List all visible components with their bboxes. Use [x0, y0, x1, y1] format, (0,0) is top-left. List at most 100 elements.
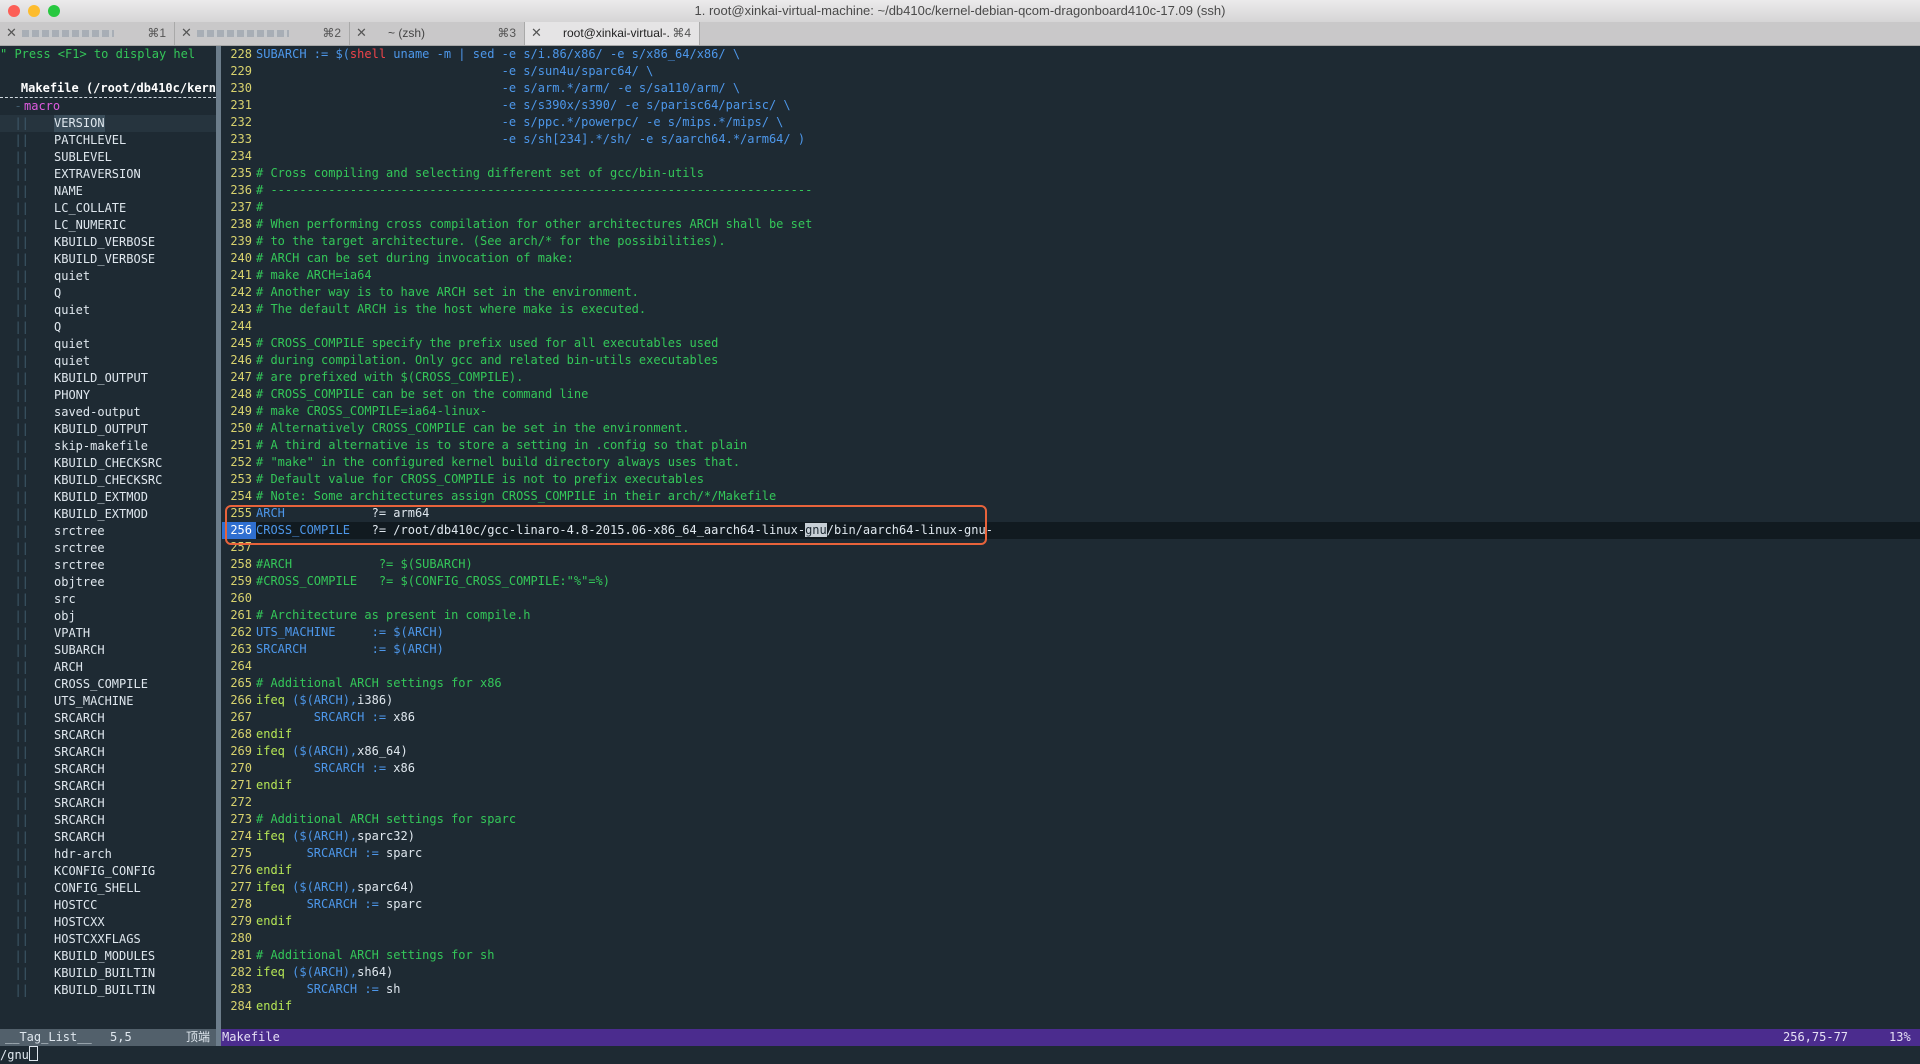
vertical-split-separator[interactable] — [216, 46, 221, 1029]
taglist-item[interactable]: || LC_COLLATE — [0, 200, 216, 217]
code-line[interactable]: 270 SRCARCH := x86 — [222, 760, 1920, 777]
code-line[interactable]: 275 SRCARCH := sparc — [222, 845, 1920, 862]
code-line[interactable]: 279 endif — [222, 913, 1920, 930]
taglist-item[interactable]: || quiet — [0, 353, 216, 370]
taglist-item[interactable]: || srctree — [0, 540, 216, 557]
code-line[interactable]: 231 -e s/s390x/s390/ -e s/parisc64/paris… — [222, 97, 1920, 114]
taglist-file-header[interactable]: Makefile (/root/db410c/kern — [0, 80, 216, 98]
taglist-item[interactable]: || EXTRAVERSION — [0, 166, 216, 183]
window-titlebar[interactable]: 1. root@xinkai-virtual-machine: ~/db410c… — [0, 0, 1920, 23]
code-line[interactable]: 284 endif — [222, 998, 1920, 1015]
code-line[interactable]: 261 # Architecture as present in compile.… — [222, 607, 1920, 624]
code-line[interactable]: 276 endif — [222, 862, 1920, 879]
taglist-item[interactable]: || HOSTCXX — [0, 914, 216, 931]
taglist-item[interactable]: || SRCARCH — [0, 829, 216, 846]
code-line[interactable]: 268 endif — [222, 726, 1920, 743]
code-line[interactable]: 271 endif — [222, 777, 1920, 794]
code-line[interactable]: 242 # Another way is to have ARCH set in … — [222, 284, 1920, 301]
tab-4[interactable]: ✕ root@xinkai-virtual-... ⌘4 — [525, 22, 700, 45]
taglist-pane[interactable]: " Press <F1> to display hel Makefile (/r… — [0, 46, 216, 1029]
taglist-item[interactable]: || KBUILD_VERBOSE — [0, 251, 216, 268]
code-line[interactable]: 254 # Note: Some architectures assign CRO… — [222, 488, 1920, 505]
taglist-item[interactable]: || VERSION — [0, 115, 216, 132]
code-line[interactable]: 237 # — [222, 199, 1920, 216]
taglist-item[interactable]: || SRCARCH — [0, 778, 216, 795]
taglist-item[interactable]: || quiet — [0, 268, 216, 285]
taglist-item[interactable]: || KBUILD_VERBOSE — [0, 234, 216, 251]
code-line[interactable]: 280 — [222, 930, 1920, 947]
command-line[interactable]: /gnu — [0, 1046, 1920, 1063]
code-line[interactable]: 239 # to the target architecture. (See ar… — [222, 233, 1920, 250]
code-line[interactable]: 230 -e s/arm.*/arm/ -e s/sa110/arm/ \ — [222, 80, 1920, 97]
taglist-item[interactable]: || SRCARCH — [0, 744, 216, 761]
code-line[interactable]: 228 SUBARCH := $(shell uname -m | sed -e … — [222, 46, 1920, 63]
code-line[interactable]: 274 ifeq ($(ARCH),sparc32) — [222, 828, 1920, 845]
taglist-item[interactable]: || SUBLEVEL — [0, 149, 216, 166]
code-line[interactable]: 281 # Additional ARCH settings for sh — [222, 947, 1920, 964]
taglist-item[interactable]: || quiet — [0, 302, 216, 319]
code-line[interactable]: 260 — [222, 590, 1920, 607]
code-line[interactable]: 258 #ARCH ?= $(SUBARCH) — [222, 556, 1920, 573]
code-line[interactable]: 277 ifeq ($(ARCH),sparc64) — [222, 879, 1920, 896]
code-line[interactable]: 245 # CROSS_COMPILE specify the prefix us… — [222, 335, 1920, 352]
taglist-item[interactable]: || KBUILD_CHECKSRC — [0, 472, 216, 489]
taglist-item[interactable]: || KBUILD_BUILTIN — [0, 982, 216, 999]
close-tab-icon[interactable]: ✕ — [356, 25, 367, 41]
code-line[interactable]: 272 — [222, 794, 1920, 811]
code-line[interactable]: 267 SRCARCH := x86 — [222, 709, 1920, 726]
tab-2[interactable]: ✕ ⌘2 — [175, 22, 350, 45]
taglist-item[interactable]: || obj — [0, 608, 216, 625]
taglist-item[interactable]: || SRCARCH — [0, 710, 216, 727]
taglist-item[interactable]: || ARCH — [0, 659, 216, 676]
code-line[interactable]: 269 ifeq ($(ARCH),x86_64) — [222, 743, 1920, 760]
taglist-item[interactable]: || SUBARCH — [0, 642, 216, 659]
taglist-item[interactable]: || SRCARCH — [0, 761, 216, 778]
code-line[interactable]: 259 #CROSS_COMPILE ?= $(CONFIG_CROSS_COMP… — [222, 573, 1920, 590]
code-line[interactable]: 240 # ARCH can be set during invocation o… — [222, 250, 1920, 267]
code-line[interactable]: 283 SRCARCH := sh — [222, 981, 1920, 998]
taglist-item[interactable]: || objtree — [0, 574, 216, 591]
code-line[interactable]: 246 # during compilation. Only gcc and re… — [222, 352, 1920, 369]
code-line[interactable]: 282 ifeq ($(ARCH),sh64) — [222, 964, 1920, 981]
taglist-item[interactable]: || saved-output — [0, 404, 216, 421]
taglist-item[interactable]: || KBUILD_MODULES — [0, 948, 216, 965]
code-line[interactable]: 238 # When performing cross compilation f… — [222, 216, 1920, 233]
tab-3[interactable]: ✕ ~ (zsh) ⌘3 — [350, 22, 525, 45]
code-line[interactable]: 235 # Cross compiling and selecting diffe… — [222, 165, 1920, 182]
close-tab-icon[interactable]: ✕ — [6, 25, 17, 41]
taglist-item[interactable]: || HOSTCXXFLAGS — [0, 931, 216, 948]
taglist-item[interactable]: || quiet — [0, 336, 216, 353]
code-line[interactable]: 232 -e s/ppc.*/powerpc/ -e s/mips.*/mips… — [222, 114, 1920, 131]
code-line[interactable]: 234 — [222, 148, 1920, 165]
taglist-item[interactable]: || SRCARCH — [0, 795, 216, 812]
taglist-item[interactable]: || srctree — [0, 557, 216, 574]
taglist-item[interactable]: || KCONFIG_CONFIG — [0, 863, 216, 880]
code-line[interactable]: 249 # make CROSS_COMPILE=ia64-linux- — [222, 403, 1920, 420]
code-line[interactable]: 251 # A third alternative is to store a s… — [222, 437, 1920, 454]
code-line[interactable]: 250 # Alternatively CROSS_COMPILE can be … — [222, 420, 1920, 437]
code-line[interactable]: 248 # CROSS_COMPILE can be set on the com… — [222, 386, 1920, 403]
code-line[interactable]: 273 # Additional ARCH settings for sparc — [222, 811, 1920, 828]
taglist-item[interactable]: || HOSTCC — [0, 897, 216, 914]
code-line[interactable]: 243 # The default ARCH is the host where … — [222, 301, 1920, 318]
taglist-item[interactable]: || SRCARCH — [0, 727, 216, 744]
taglist-group-macro[interactable]: - macro — [0, 98, 216, 115]
taglist-item[interactable]: || Q — [0, 285, 216, 302]
code-line[interactable]: 262 UTS_MACHINE := $(ARCH) — [222, 624, 1920, 641]
taglist-item[interactable]: || KBUILD_OUTPUT — [0, 370, 216, 387]
taglist-item[interactable]: || NAME — [0, 183, 216, 200]
taglist-item[interactable]: || VPATH — [0, 625, 216, 642]
taglist-item[interactable]: || UTS_MACHINE — [0, 693, 216, 710]
taglist-item[interactable]: || SRCARCH — [0, 812, 216, 829]
code-line[interactable]: 278 SRCARCH := sparc — [222, 896, 1920, 913]
code-line[interactable]: 264 — [222, 658, 1920, 675]
code-line[interactable]: 236 # -----------------------------------… — [222, 182, 1920, 199]
code-line[interactable]: 241 # make ARCH=ia64 — [222, 267, 1920, 284]
taglist-item[interactable]: || KBUILD_OUTPUT — [0, 421, 216, 438]
code-line[interactable]: 229 -e s/sun4u/sparc64/ \ — [222, 63, 1920, 80]
code-line[interactable]: 244 — [222, 318, 1920, 335]
taglist-item[interactable]: || CROSS_COMPILE — [0, 676, 216, 693]
taglist-item[interactable]: || KBUILD_EXTMOD — [0, 489, 216, 506]
taglist-item[interactable]: || KBUILD_EXTMOD — [0, 506, 216, 523]
close-tab-icon[interactable]: ✕ — [181, 25, 192, 41]
